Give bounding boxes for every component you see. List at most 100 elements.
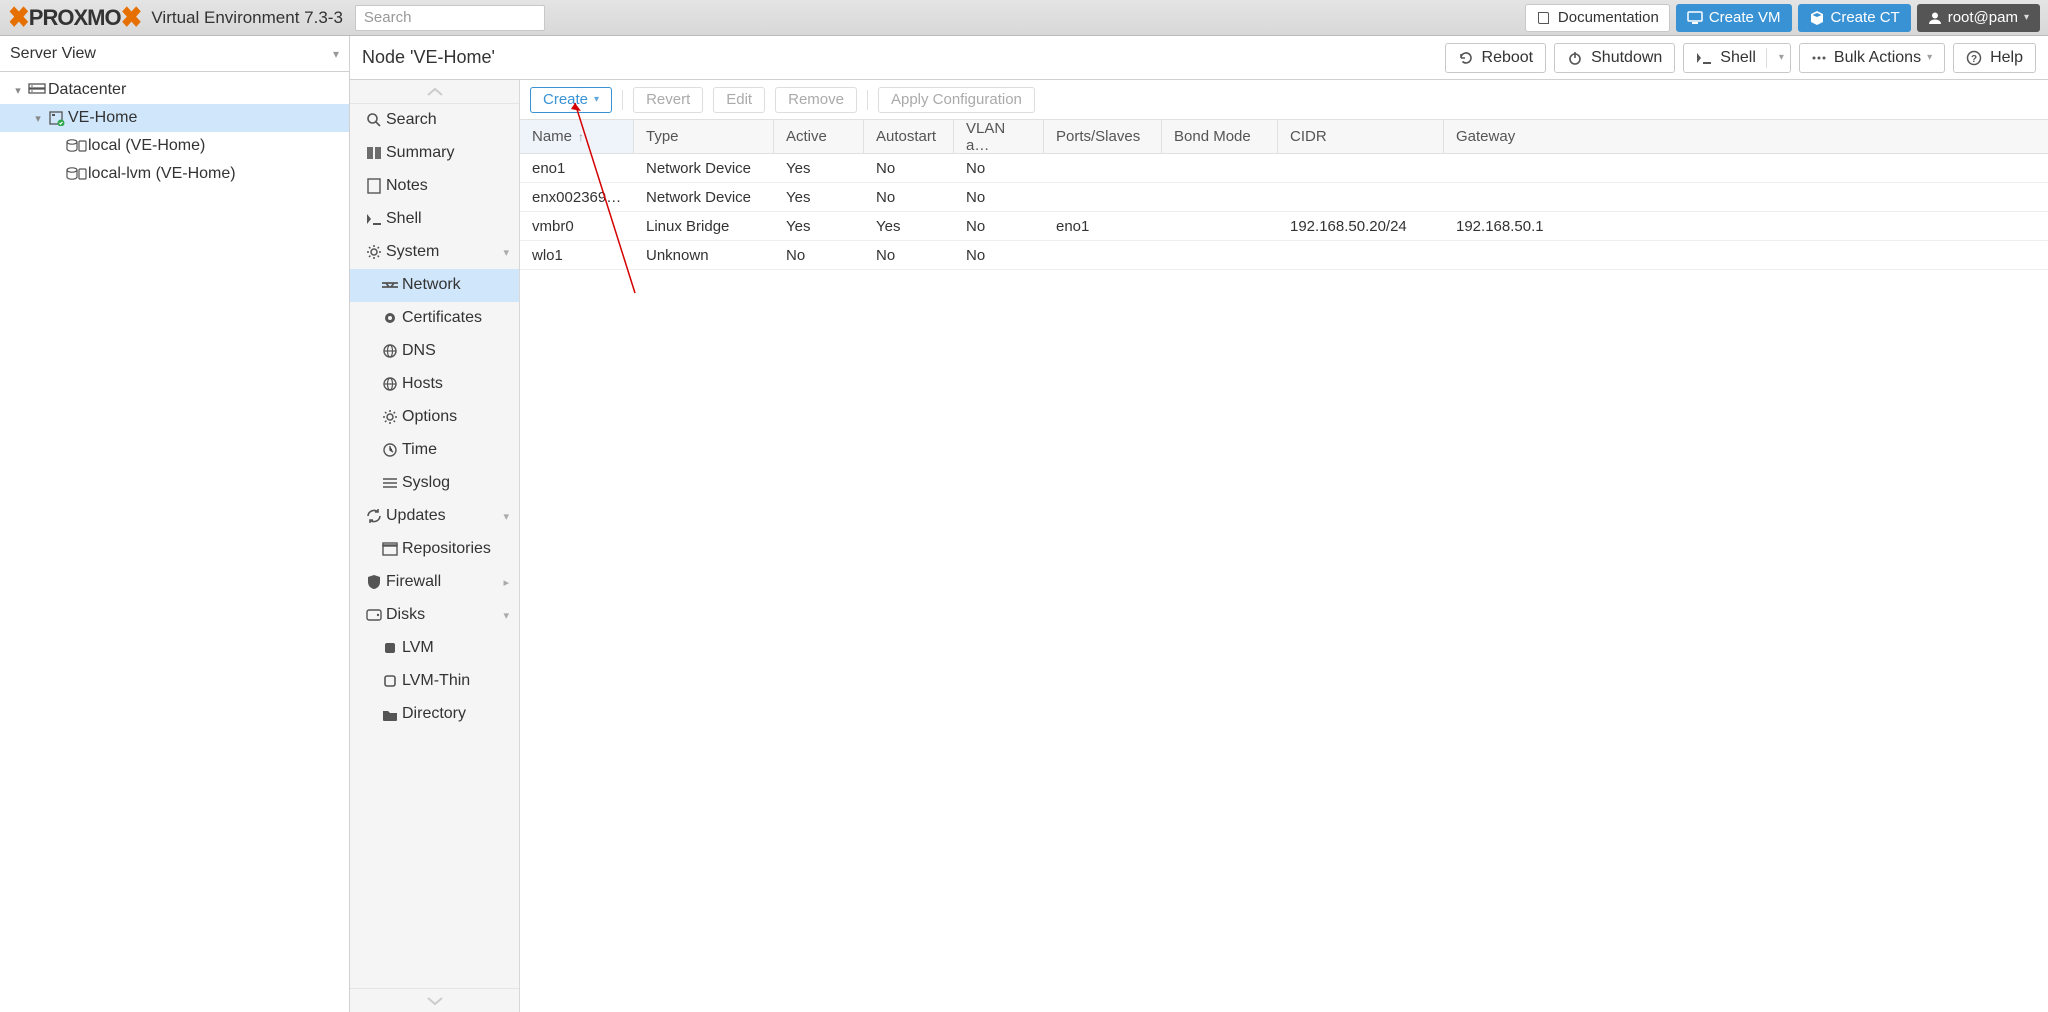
col-ports[interactable]: Ports/Slaves bbox=[1044, 120, 1162, 153]
col-cidr[interactable]: CIDR bbox=[1278, 120, 1444, 153]
nav-summary[interactable]: Summary bbox=[350, 137, 519, 170]
nav-hosts[interactable]: Hosts bbox=[350, 368, 519, 401]
help-button[interactable]: ? Help bbox=[1953, 43, 2036, 73]
table-row[interactable]: enx002369…Network DeviceYesNoNo bbox=[520, 183, 2048, 212]
nav-label: LVM bbox=[402, 639, 434, 657]
remove-button[interactable]: Remove bbox=[775, 87, 857, 113]
col-vlan[interactable]: VLAN a… bbox=[954, 120, 1044, 153]
apply-config-button[interactable]: Apply Configuration bbox=[878, 87, 1035, 113]
nav-options[interactable]: Options bbox=[350, 401, 519, 434]
square-outline-icon bbox=[378, 674, 402, 688]
documentation-button[interactable]: Documentation bbox=[1525, 4, 1670, 32]
note-icon bbox=[362, 178, 386, 194]
tree-datacenter[interactable]: ▾ Datacenter bbox=[0, 76, 349, 104]
chevron-down-icon: ▾ bbox=[1927, 52, 1932, 63]
col-bond[interactable]: Bond Mode bbox=[1162, 120, 1278, 153]
logo-x-icon: ✖ bbox=[8, 0, 29, 34]
scroll-up-icon[interactable] bbox=[350, 80, 519, 104]
chevron-down-icon: ▾ bbox=[2024, 12, 2029, 23]
cell-vlan: No bbox=[954, 218, 1044, 235]
cell-type: Unknown bbox=[634, 247, 774, 264]
user-label: root@pam bbox=[1948, 9, 2018, 26]
nav-time[interactable]: Time bbox=[350, 434, 519, 467]
revert-label: Revert bbox=[646, 91, 690, 108]
help-icon: ? bbox=[1966, 50, 1982, 66]
cell-type: Network Device bbox=[634, 189, 774, 206]
cell-cidr: 192.168.50.20/24 bbox=[1278, 218, 1444, 235]
cell-name: enx002369… bbox=[520, 189, 634, 206]
logo-x-icon: ✖ bbox=[121, 0, 142, 34]
tree-storage-local[interactable]: local (VE-Home) bbox=[0, 132, 349, 160]
nav-label: Updates bbox=[386, 507, 446, 525]
nav-disks[interactable]: Disks▾ bbox=[350, 599, 519, 632]
cell-autostart: Yes bbox=[864, 218, 954, 235]
nav-lvm[interactable]: LVM bbox=[350, 632, 519, 665]
cell-vlan: No bbox=[954, 160, 1044, 177]
cell-active: No bbox=[774, 247, 864, 264]
list-icon bbox=[378, 477, 402, 489]
col-label: VLAN a… bbox=[966, 120, 1031, 154]
cell-active: Yes bbox=[774, 189, 864, 206]
network-content: Create ▾ Revert Edit Remove Apply Config… bbox=[520, 80, 2048, 1012]
table-row[interactable]: wlo1UnknownNoNoNo bbox=[520, 241, 2048, 270]
tree-node-ve-home[interactable]: ▾ VE-Home bbox=[0, 104, 349, 132]
shutdown-button[interactable]: Shutdown bbox=[1554, 43, 1675, 73]
revert-button[interactable]: Revert bbox=[633, 87, 703, 113]
col-label: Active bbox=[786, 128, 827, 145]
view-selector[interactable]: Server View ▾ bbox=[0, 36, 349, 72]
nav-firewall[interactable]: Firewall▸ bbox=[350, 566, 519, 599]
bulk-actions-button[interactable]: Bulk Actions ▾ bbox=[1799, 43, 1945, 73]
cell-autostart: No bbox=[864, 247, 954, 264]
nav-label: Certificates bbox=[402, 309, 482, 327]
apply-label: Apply Configuration bbox=[891, 91, 1022, 108]
power-icon bbox=[1567, 50, 1583, 66]
edit-button[interactable]: Edit bbox=[713, 87, 765, 113]
nav-search[interactable]: Search bbox=[350, 104, 519, 137]
nav-label: System bbox=[386, 243, 439, 261]
col-autostart[interactable]: Autostart bbox=[864, 120, 954, 153]
nav-system[interactable]: System▾ bbox=[350, 236, 519, 269]
shell-button[interactable]: Shell ▾ bbox=[1683, 43, 1791, 73]
nav-dns[interactable]: DNS bbox=[350, 335, 519, 368]
global-search-input[interactable]: Search bbox=[355, 5, 545, 31]
network-grid-body: eno1Network DeviceYesNoNoenx002369…Netwo… bbox=[520, 154, 2048, 1012]
create-vm-button[interactable]: Create VM bbox=[1676, 4, 1792, 32]
col-active[interactable]: Active bbox=[774, 120, 864, 153]
scroll-down-icon[interactable] bbox=[350, 988, 519, 1012]
nav-certificates[interactable]: Certificates bbox=[350, 302, 519, 335]
nav-shell[interactable]: Shell bbox=[350, 203, 519, 236]
cell-active: Yes bbox=[774, 218, 864, 235]
user-icon bbox=[1928, 11, 1942, 25]
reboot-button[interactable]: Reboot bbox=[1445, 43, 1547, 73]
nav-network[interactable]: Network bbox=[350, 269, 519, 302]
col-label: CIDR bbox=[1290, 128, 1327, 145]
user-menu-button[interactable]: root@pam ▾ bbox=[1917, 4, 2040, 32]
col-gateway[interactable]: Gateway bbox=[1444, 120, 2048, 153]
terminal-icon bbox=[362, 213, 386, 225]
create-ct-button[interactable]: Create CT bbox=[1798, 4, 1911, 32]
tree-label: local-lvm (VE-Home) bbox=[88, 165, 236, 183]
create-label: Create bbox=[543, 91, 588, 108]
search-placeholder: Search bbox=[364, 9, 412, 26]
col-type[interactable]: Type bbox=[634, 120, 774, 153]
separator bbox=[867, 90, 868, 110]
resource-tree: ▾ Datacenter ▾ VE-Home local (VE-Home) bbox=[0, 72, 349, 188]
table-row[interactable]: eno1Network DeviceYesNoNo bbox=[520, 154, 2048, 183]
cell-name: eno1 bbox=[520, 160, 634, 177]
nav-lvm-thin[interactable]: LVM-Thin bbox=[350, 665, 519, 698]
create-button[interactable]: Create ▾ bbox=[530, 87, 612, 113]
nav-directory[interactable]: Directory bbox=[350, 698, 519, 731]
chevron-down-icon[interactable]: ▾ bbox=[1779, 52, 1784, 63]
nav-syslog[interactable]: Syslog bbox=[350, 467, 519, 500]
col-name[interactable]: Name↑ bbox=[520, 120, 634, 153]
nav-updates[interactable]: Updates▾ bbox=[350, 500, 519, 533]
cube-icon bbox=[1809, 10, 1825, 26]
globe-icon bbox=[378, 376, 402, 392]
nav-notes[interactable]: Notes bbox=[350, 170, 519, 203]
disk-icon bbox=[362, 609, 386, 621]
table-row[interactable]: vmbr0Linux BridgeYesYesNoeno1192.168.50.… bbox=[520, 212, 2048, 241]
nav-repositories[interactable]: Repositories bbox=[350, 533, 519, 566]
server-icon bbox=[46, 110, 68, 126]
nav-label: Network bbox=[402, 276, 461, 294]
tree-storage-local-lvm[interactable]: local-lvm (VE-Home) bbox=[0, 160, 349, 188]
